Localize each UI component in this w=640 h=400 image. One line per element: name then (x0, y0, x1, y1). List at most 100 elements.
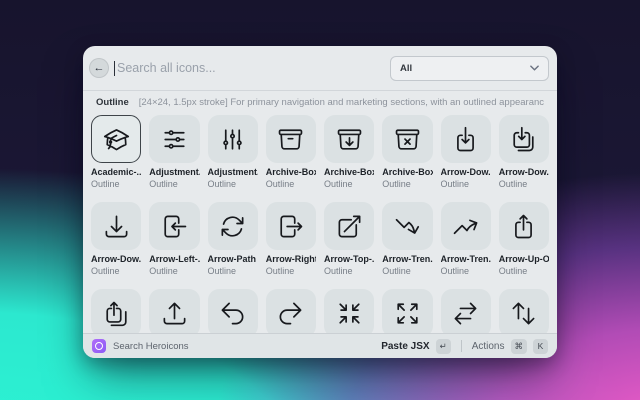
arrows-pointing-out-icon (397, 302, 418, 324)
tile-arrow-down-on-square-stack[interactable] (498, 115, 549, 163)
tile-label: Arrow-Left-... (149, 254, 199, 264)
grid-cell: Academic-... Outline (91, 115, 142, 190)
grid-cell (265, 289, 316, 333)
tile-arrows-pointing-in[interactable] (324, 289, 375, 333)
tile-arrows-pointing-out[interactable] (382, 289, 433, 333)
tile-arrow-path[interactable] (207, 202, 258, 250)
tile-arrow-top-right-on-square[interactable] (324, 202, 375, 250)
tile-arrow-up-on-square[interactable] (498, 202, 549, 250)
grid-cell: Arrow-Dow... Outline (440, 115, 491, 190)
tile-label: Arrow-Up-O... (498, 254, 549, 264)
arrow-trending-up-icon (453, 219, 478, 234)
grid-cell: Arrow-Up-O... Outline (498, 202, 549, 277)
footer-bar: Search Heroicons Paste JSX ↵ Actions ⌘ K (83, 333, 557, 358)
archive-box-arrow-down-icon (337, 128, 361, 150)
tile-arrow-trending-up[interactable] (440, 202, 491, 250)
chevron-down-icon (530, 65, 539, 71)
tile-label: Arrow-Right... (265, 254, 316, 264)
tile-label: Adjustment... (149, 167, 199, 177)
arrow-up-tray-icon (163, 302, 186, 324)
tile-sublabel: Outline (324, 179, 353, 189)
tile-adjustments-vertical[interactable] (207, 115, 258, 163)
grid-cell (324, 289, 375, 333)
arrow-trending-down-icon (395, 218, 419, 234)
heroicons-logo-icon (92, 339, 106, 353)
tile-arrows-right-left[interactable] (440, 289, 491, 333)
tile-arrow-left-on-rectangle[interactable] (149, 202, 200, 250)
dropdown-selected-value: All (400, 62, 413, 74)
grid-cell: Arrow-Tren... Outline (382, 202, 433, 277)
grid-cell: Arrow-Tren... Outline (440, 202, 491, 277)
tile-arrow-up-on-square-stack[interactable] (91, 289, 142, 333)
actions-button[interactable]: Actions ⌘ K (471, 338, 548, 354)
arrow-uturn-left-icon (221, 302, 244, 324)
arrows-right-left-icon (454, 302, 477, 324)
grid-cell: Archive-Box... Outline (324, 115, 375, 190)
tile-sublabel: Outline (91, 266, 120, 276)
grid-cell: Archive-Box... Outline (382, 115, 433, 190)
tile-sublabel: Outline (382, 179, 411, 189)
icon-grid: Academic-... Outline Adjustment... Outli… (83, 113, 557, 333)
arrow-right-on-rectangle-icon (280, 215, 303, 237)
arrow-up-on-square-stack-icon (106, 301, 127, 326)
grid-cell: Adjustment... Outline (149, 115, 200, 190)
search-topbar: ← All (83, 46, 557, 90)
section-header: Outline [24×24, 1.5px stroke] For primar… (83, 91, 557, 113)
tile-label: Arrow-Tren... (382, 254, 433, 264)
grid-cell (91, 289, 142, 333)
arrows-pointing-in-icon (339, 302, 360, 324)
search-input[interactable] (117, 61, 390, 75)
tile-archive-box-arrow-down[interactable] (324, 115, 375, 163)
tile-archive-box-x-mark[interactable] (382, 115, 433, 163)
tile-arrow-uturn-left[interactable] (207, 289, 258, 333)
tile-sublabel: Outline (265, 179, 295, 189)
paste-jsx-button[interactable]: Paste JSX ↵ (381, 338, 451, 354)
tile-adjustments-horizontal[interactable] (149, 115, 200, 163)
tile-academic-cap[interactable] (91, 115, 142, 163)
k-key-badge: K (533, 338, 548, 354)
tile-sublabel: Outline (440, 266, 470, 276)
tile-arrow-uturn-right[interactable] (265, 289, 316, 333)
back-button[interactable]: ← (90, 59, 108, 77)
tile-sublabel: Outline (149, 179, 178, 189)
actions-label: Actions (471, 340, 505, 352)
grid-cell (382, 289, 433, 333)
tile-arrows-up-down[interactable] (498, 289, 549, 333)
grid-cell (498, 289, 549, 333)
tile-arrow-up-tray[interactable] (149, 289, 200, 333)
academic-cap-icon (103, 128, 129, 150)
tile-label: Archive-Box (265, 167, 316, 177)
tile-label: Arrow-Dow... (91, 254, 142, 264)
logo-ring (95, 342, 103, 350)
grid-cell: Arrow-Right... Outline (265, 202, 316, 277)
tile-archive-box[interactable] (265, 115, 316, 163)
tile-sublabel: Outline (207, 266, 237, 276)
tile-arrow-down-on-square[interactable] (440, 115, 491, 163)
grid-cell (149, 289, 200, 333)
tile-label: Arrow-Tren... (440, 254, 491, 264)
footer-separator (460, 340, 462, 352)
archive-box-x-mark-icon (395, 128, 420, 150)
arrow-up-on-square-icon (515, 214, 533, 238)
tile-label: Arrow-Path (207, 254, 257, 264)
tile-sublabel: Outline (91, 179, 120, 189)
tile-label: Adjustment... (207, 167, 258, 177)
arrow-path-icon (221, 215, 244, 237)
tile-arrow-right-on-rectangle[interactable] (265, 202, 316, 250)
paste-jsx-label: Paste JSX (381, 340, 430, 352)
tile-label: Arrow-Dow... (498, 167, 549, 177)
grid-cell: Arrow-Path Outline (207, 202, 258, 277)
section-title: Outline (96, 96, 129, 108)
grid-cell (207, 289, 258, 333)
grid-cell (440, 289, 491, 333)
category-dropdown[interactable]: All (390, 55, 549, 81)
tile-arrow-trending-down[interactable] (382, 202, 433, 250)
adjustments-vertical-icon (223, 128, 242, 150)
grid-cell: Arrow-Left-... Outline (149, 202, 200, 277)
tile-arrow-down-tray[interactable] (91, 202, 142, 250)
return-key-badge: ↵ (435, 338, 451, 354)
heroicons-search-window: ← All Outline [24×24, 1.5px stroke] For … (83, 46, 557, 358)
arrow-down-tray-icon (105, 215, 128, 237)
adjustments-horizontal-icon (164, 129, 185, 149)
arrow-left-on-rectangle-icon (164, 215, 187, 237)
